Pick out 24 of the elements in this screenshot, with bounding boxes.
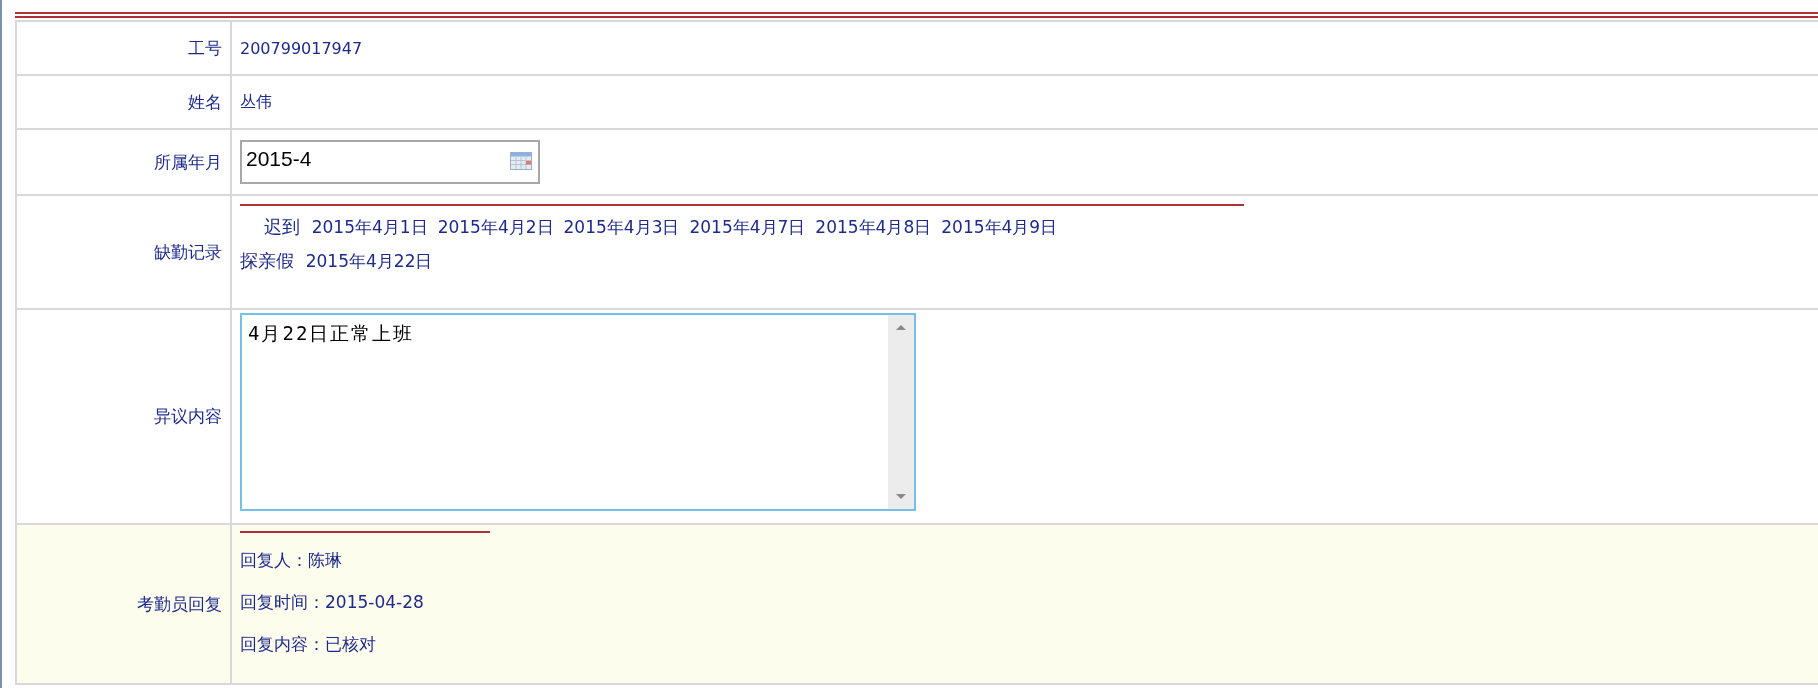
absence-date: 2015年4月7日: [689, 217, 806, 237]
absence-date: 2015年4月22日: [305, 251, 433, 271]
field-label: 所属年月: [154, 151, 222, 172]
field-label: 姓名: [188, 91, 222, 112]
absence-date: 2015年4月3日: [563, 217, 680, 237]
reply-line: 回复人：陈琳: [240, 549, 343, 572]
field-value: 丛伟: [240, 92, 272, 111]
field-label: 异议内容: [154, 406, 222, 426]
date-field[interactable]: 2015-4: [240, 140, 540, 184]
field-label: 考勤员回复: [137, 593, 222, 614]
absence-date: 2015年4月1日: [311, 217, 428, 237]
absence-type: 探亲假: [240, 250, 294, 271]
reply-line: 回复时间：2015-04-28: [240, 591, 425, 614]
field-label: 缺勤记录: [154, 241, 222, 262]
calendar-icon[interactable]: [510, 152, 532, 170]
field-label: 工号: [188, 37, 222, 58]
field-value: 200799017947: [240, 39, 363, 58]
absence-date: 2015年4月8日: [815, 217, 932, 237]
absence-date: 2015年4月2日: [437, 217, 554, 237]
absence-date: 2015年4月9日: [941, 217, 1058, 237]
reply-line: 回复内容：已核对: [240, 633, 377, 656]
absence-type: 迟到: [264, 216, 300, 237]
objection-field[interactable]: 4月22日正常上班: [240, 312, 916, 511]
scrollbar[interactable]: [888, 314, 914, 509]
